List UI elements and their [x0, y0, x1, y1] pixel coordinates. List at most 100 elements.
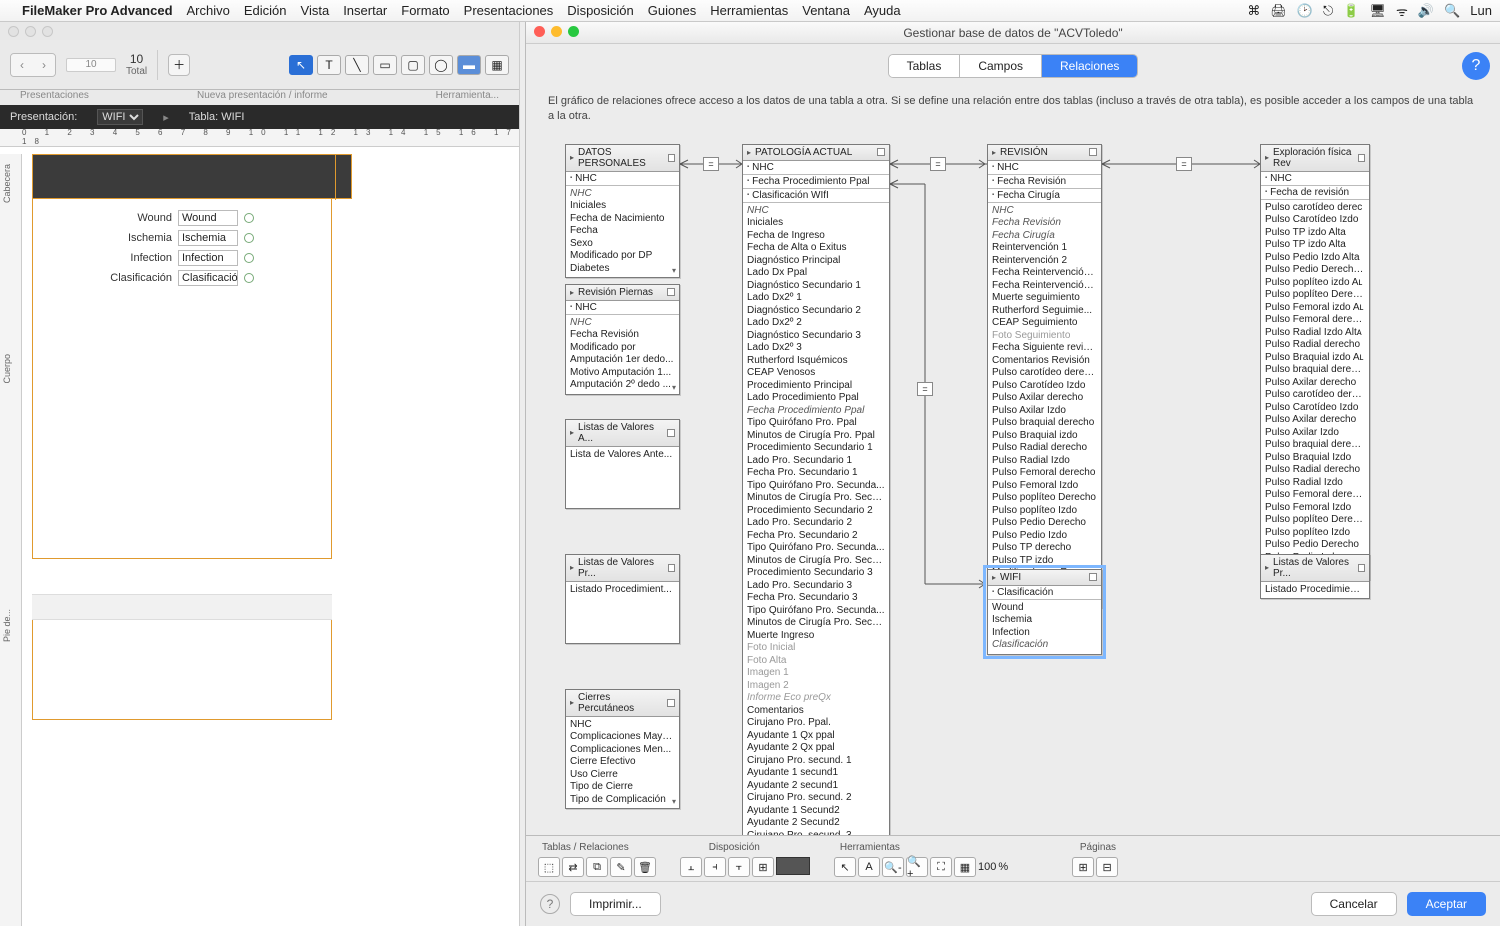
menu-edicion[interactable]: Edición — [244, 3, 287, 18]
button-tool[interactable]: ▬ — [457, 55, 481, 75]
menu-insertar[interactable]: Insertar — [343, 3, 387, 18]
layout-header-part[interactable] — [32, 154, 352, 199]
menu-presentaciones[interactable]: Presentaciones — [464, 3, 554, 18]
spotlight-icon[interactable]: 🔍 — [1444, 3, 1460, 19]
menubar-clock[interactable]: Lun — [1470, 3, 1492, 18]
record-nav[interactable]: ‹› — [10, 53, 56, 77]
to-key[interactable]: NHC — [566, 172, 679, 186]
fit-button[interactable]: ⛶ — [930, 857, 952, 877]
to-fields[interactable]: NHCComplicaciones Mayo...Complicaciones … — [566, 717, 679, 809]
status-icon[interactable]: 🕑 — [1297, 3, 1313, 19]
to-key[interactable]: Fecha de revisión — [1261, 186, 1369, 200]
menu-vista[interactable]: Vista — [301, 3, 330, 18]
more-tool[interactable]: ▦ — [485, 55, 509, 75]
menu-disposicion[interactable]: Disposición — [567, 3, 633, 18]
rect-tool[interactable]: ▭ — [373, 55, 397, 75]
to-exploracion-fisica[interactable]: Exploración física Rev NHC Fecha de revi… — [1260, 144, 1370, 580]
to-key[interactable]: Fecha Procedimiento Ppal — [743, 175, 889, 189]
print-button[interactable]: Imprimir... — [570, 892, 661, 916]
layout-selector[interactable]: WIFI — [97, 109, 143, 125]
status-icon[interactable]: ⌘ — [1247, 3, 1260, 19]
new-layout-button[interactable]: ＋ — [168, 54, 190, 76]
to-key[interactable]: NHC — [1261, 172, 1369, 186]
line-tool[interactable]: ╲ — [345, 55, 369, 75]
menu-archivo[interactable]: Archivo — [187, 3, 230, 18]
pointer-tool[interactable]: ↖ — [834, 857, 856, 877]
layout-canvas[interactable]: Wound Wound Ischemia Ischemia Infection … — [22, 154, 519, 926]
menu-formato[interactable]: Formato — [401, 3, 449, 18]
delete-button[interactable]: 🗑 — [634, 857, 656, 877]
to-wifi[interactable]: WIFI Clasificación WoundIschemiaInfectio… — [987, 569, 1102, 655]
to-key[interactable]: Clasificación — [988, 586, 1101, 600]
app-name[interactable]: FileMaker Pro Advanced — [22, 3, 173, 18]
to-listas-valores-pr-2[interactable]: Listas de Valores Pr... Listado Procedim… — [1260, 554, 1370, 599]
to-datos-personales[interactable]: DATOS PERSONALES NHC NHCInicialesFecha d… — [565, 144, 680, 279]
zoom-in-button[interactable]: 🔍+ — [906, 857, 928, 877]
link-button[interactable]: ⇄ — [562, 857, 584, 877]
to-key[interactable]: Fecha Revisión — [988, 175, 1101, 189]
status-icon[interactable]: 🔋 — [1343, 3, 1359, 19]
rounded-tool[interactable]: ▢ — [401, 55, 425, 75]
field-clasificacion[interactable]: Clasificación Clasificació — [92, 270, 254, 286]
to-fields[interactable]: NHCInicialesFecha de NacimientoFechaSexo… — [566, 186, 679, 278]
to-fields[interactable]: Pulso carotídeo dereᴄPulso Carotídeo Izd… — [1261, 200, 1369, 579]
oval-tool[interactable]: ◯ — [429, 55, 453, 75]
dialog-traffic-lights[interactable] — [534, 26, 579, 37]
window-traffic-lights[interactable] — [0, 22, 519, 40]
relationship-operator[interactable]: = — [917, 382, 933, 396]
zoom-out-button[interactable]: 🔍- — [882, 857, 904, 877]
color-swatch[interactable] — [776, 857, 810, 875]
align-right-button[interactable]: ⫟ — [728, 857, 750, 877]
cancel-button[interactable]: Cancelar — [1311, 892, 1397, 916]
system-help-icon[interactable]: ? — [1462, 52, 1490, 80]
to-listas-valores-a[interactable]: Listas de Valores A... Lista de Valores … — [565, 419, 680, 509]
to-revision[interactable]: REVISIÓN NHC Fecha Revisión Fecha Cirugí… — [987, 144, 1102, 608]
relationship-operator[interactable]: = — [930, 157, 946, 171]
accept-button[interactable]: Aceptar — [1407, 892, 1486, 916]
menu-guiones[interactable]: Guiones — [648, 3, 696, 18]
menu-herramientas[interactable]: Herramientas — [710, 3, 788, 18]
to-fields[interactable]: NHCInicialesFecha de IngresoFecha de Alt… — [743, 203, 889, 835]
select-all-button[interactable]: ▦ — [954, 857, 976, 877]
status-icon[interactable]: 🖨 — [1270, 3, 1287, 19]
selection-tool[interactable]: ↖ — [289, 55, 313, 75]
menu-ayuda[interactable]: Ayuda — [864, 3, 901, 18]
menu-ventana[interactable]: Ventana — [802, 3, 850, 18]
relationship-graph[interactable]: DATOS PERSONALES NHC NHCInicialesFecha d… — [530, 134, 1496, 835]
status-icon[interactable]: ⎋ — [1323, 3, 1333, 19]
to-revision-piernas[interactable]: Revisión Piernas NHC NHCFecha RevisiónMo… — [565, 284, 680, 395]
tab-tablas[interactable]: Tablas — [889, 55, 961, 77]
to-cierres-percutaneos[interactable]: Cierres Percutáneos NHCComplicaciones Ma… — [565, 689, 680, 810]
volume-icon[interactable]: 🔊 — [1418, 3, 1434, 19]
field-wound[interactable]: Wound Wound — [92, 210, 254, 226]
page-break-v-button[interactable]: ⊟ — [1096, 857, 1118, 877]
dialog-titlebar[interactable]: Gestionar base de datos de "ACVToledo" — [526, 22, 1500, 44]
field-ischemia[interactable]: Ischemia Ischemia — [92, 230, 254, 246]
to-key[interactable]: Clasificación WIfI — [743, 189, 889, 203]
tab-campos[interactable]: Campos — [960, 55, 1042, 77]
edit-button[interactable]: ✎ — [610, 857, 632, 877]
layout-footer-part[interactable] — [32, 620, 332, 720]
relationship-operator[interactable]: = — [1176, 157, 1192, 171]
add-table-button[interactable]: ⬚ — [538, 857, 560, 877]
help-button[interactable]: ? — [540, 894, 560, 914]
status-icon[interactable]: 🖥 — [1370, 3, 1387, 19]
align-center-button[interactable]: ⫞ — [704, 857, 726, 877]
tab-relaciones[interactable]: Relaciones — [1042, 55, 1137, 77]
to-key[interactable]: NHC — [566, 301, 679, 315]
to-fields[interactable]: NHCFecha RevisiónFecha CirugíaReinterven… — [988, 203, 1101, 607]
wifi-icon[interactable]: ᯤ — [1396, 2, 1408, 20]
to-fields[interactable]: NHCFecha RevisiónModificado porAmputació… — [566, 315, 679, 394]
to-key[interactable]: NHC — [988, 161, 1101, 175]
to-fields[interactable]: Listado Procedimient... — [566, 582, 679, 599]
to-fields[interactable]: Lista de Valores Ante... — [566, 447, 679, 464]
page-break-h-button[interactable]: ⊞ — [1072, 857, 1094, 877]
to-fields[interactable]: WoundIschemiaInfectionClasificación — [988, 600, 1101, 654]
field-infection[interactable]: Infection Infection — [92, 250, 254, 266]
to-patologia-actual[interactable]: PATOLOGÍA ACTUAL NHC Fecha Procedimiento… — [742, 144, 890, 835]
align-left-button[interactable]: ⫠ — [680, 857, 702, 877]
distribute-button[interactable]: ⊞ — [752, 857, 774, 877]
to-key[interactable]: NHC — [743, 161, 889, 175]
to-fields[interactable]: Listado Procedimient... — [1261, 582, 1369, 599]
relationship-operator[interactable]: = — [703, 157, 719, 171]
